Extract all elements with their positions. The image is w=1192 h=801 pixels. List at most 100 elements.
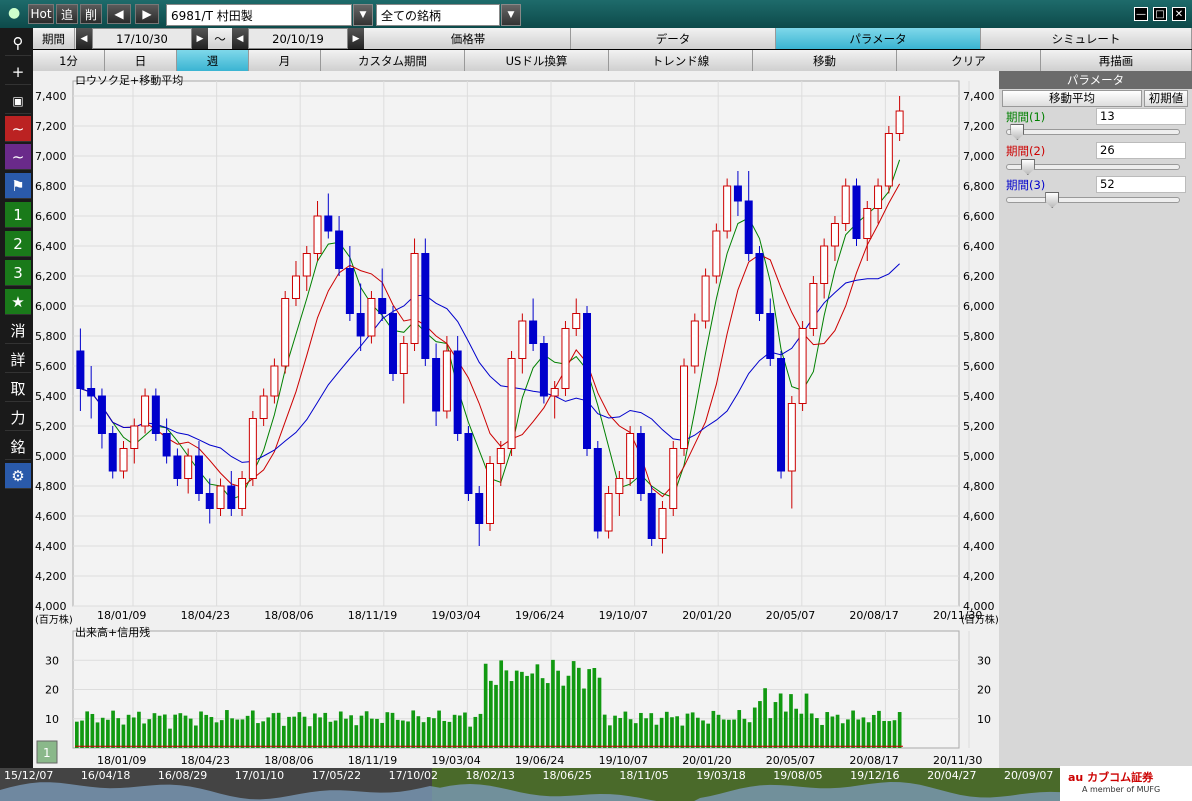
- camera-icon[interactable]: ▣: [5, 88, 31, 114]
- end-prev-icon[interactable]: ◀: [232, 28, 248, 49]
- toolbar-power[interactable]: 力: [5, 405, 31, 431]
- clear-button[interactable]: クリア: [897, 50, 1041, 71]
- start-date-field[interactable]: 17/10/30: [92, 28, 192, 49]
- ma-tab[interactable]: 移動平均: [1002, 90, 1142, 107]
- y-tick-right: 6,000: [963, 300, 995, 313]
- end-next-icon[interactable]: ▶: [348, 28, 364, 49]
- param3-label: 期間(3): [1006, 178, 1046, 192]
- custom-period-button[interactable]: カスタム期間: [321, 50, 465, 71]
- interval-day[interactable]: 日: [105, 50, 177, 71]
- reset-button[interactable]: 初期値: [1144, 90, 1188, 107]
- start-next-icon[interactable]: ▶: [192, 28, 208, 49]
- interval-1min[interactable]: 1分: [33, 50, 105, 71]
- volume-bar: [571, 661, 576, 748]
- end-date-field[interactable]: 20/10/19: [248, 28, 348, 49]
- param2-input[interactable]: 26: [1096, 142, 1186, 159]
- move-button[interactable]: 移動: [753, 50, 897, 71]
- param3-slider[interactable]: [1006, 192, 1180, 208]
- candle-body: [874, 185, 883, 209]
- crosshair-icon[interactable]: +: [5, 59, 31, 85]
- saku-button[interactable]: 削: [80, 4, 102, 24]
- trend-line-button[interactable]: トレンド線: [609, 50, 753, 71]
- volume-bar: [131, 717, 136, 748]
- x-tick-volume: 18/11/19: [348, 754, 397, 767]
- volume-bar: [302, 716, 307, 748]
- candle-body: [766, 313, 775, 359]
- x-tick-main: 20/08/17: [849, 609, 898, 622]
- volume-bar: [489, 680, 493, 748]
- start-prev-icon[interactable]: ◀: [76, 28, 92, 49]
- volume-bar: [618, 717, 623, 748]
- usd-convert-button[interactable]: USドル換算: [465, 50, 609, 71]
- volume-bar: [556, 670, 560, 748]
- line-chart-icon[interactable]: ∼: [5, 116, 31, 142]
- param2-slider[interactable]: [1006, 159, 1180, 175]
- toolbar-3[interactable]: 3: [5, 260, 31, 286]
- volume-bar: [338, 711, 343, 748]
- volume-bar: [313, 713, 317, 748]
- param3-thumb[interactable]: [1045, 192, 1060, 208]
- candle-body: [539, 343, 548, 397]
- candle-body: [583, 313, 592, 449]
- star-icon[interactable]: ★: [5, 289, 31, 315]
- x-tick-main: 19/06/24: [515, 609, 564, 622]
- volume-bar: [525, 675, 529, 748]
- timeline-label: 17/10/02: [389, 769, 438, 782]
- volume-bar: [587, 669, 591, 748]
- toolbar-erase[interactable]: 消: [5, 318, 31, 344]
- param1-slider[interactable]: [1006, 124, 1180, 140]
- y-tick-left: 4,600: [35, 510, 67, 523]
- minimize-icon[interactable]: —: [1134, 7, 1148, 21]
- y-tick-left: 4,400: [35, 540, 67, 553]
- search-icon[interactable]: ⚲: [5, 30, 31, 56]
- symbol-dropdown-icon[interactable]: ▼: [353, 4, 373, 26]
- tab-simulate[interactable]: シミュレート: [981, 28, 1192, 49]
- x-tick-volume: 20/08/17: [849, 754, 898, 767]
- tab-parameter[interactable]: パラメータ: [776, 28, 981, 49]
- maximize-icon[interactable]: □: [1153, 7, 1167, 21]
- param2-thumb[interactable]: [1020, 159, 1035, 175]
- toolbar-brand[interactable]: 銘: [5, 434, 31, 460]
- interval-month[interactable]: 月: [249, 50, 321, 71]
- line-chart-icon[interactable]: ∼: [5, 144, 31, 170]
- toolbar-detail[interactable]: 詳: [5, 347, 31, 373]
- toolbar-trade[interactable]: 取: [5, 376, 31, 402]
- volume-bar: [696, 717, 700, 748]
- list-select[interactable]: 全ての銘柄: [376, 4, 500, 26]
- volume-bar: [649, 713, 654, 748]
- list-dropdown-icon[interactable]: ▼: [501, 4, 521, 26]
- next-symbol-button[interactable]: ▶: [135, 4, 159, 24]
- volume-bar: [789, 694, 793, 748]
- volume-bar: [292, 716, 297, 748]
- param3-input[interactable]: 52: [1096, 176, 1186, 193]
- timeline-navigator[interactable]: 15/12/07 16/04/18 16/08/29 17/01/10 17/05/22…: [0, 768, 1060, 801]
- param1-input[interactable]: 13: [1096, 108, 1186, 125]
- tab-data[interactable]: データ: [571, 28, 776, 49]
- volume-bar: [794, 708, 798, 748]
- volume-bar: [783, 711, 788, 748]
- bulb-icon[interactable]: ●: [8, 5, 22, 23]
- volume-bar: [162, 714, 167, 748]
- tab-price-band[interactable]: 価格帯: [366, 28, 571, 49]
- toolbar-2[interactable]: 2: [5, 231, 31, 257]
- param1-thumb[interactable]: [1010, 124, 1025, 140]
- redraw-button[interactable]: 再描画: [1041, 50, 1192, 71]
- flag-icon[interactable]: ⚑: [5, 173, 31, 199]
- volume-bar: [426, 717, 431, 748]
- volume-bar: [447, 721, 452, 748]
- toolbar-1[interactable]: 1: [5, 202, 31, 228]
- y-tick-right: 4,800: [963, 480, 995, 493]
- hot-button[interactable]: Hot: [28, 4, 54, 24]
- close-icon[interactable]: ✕: [1172, 7, 1186, 21]
- chart-area[interactable]: 7,400 7,400 7,200 7,200 7,000 7,000 6,800 6,800…: [33, 71, 999, 768]
- prev-symbol-button[interactable]: ◀: [107, 4, 131, 24]
- x-tick-main: 18/04/23: [181, 609, 230, 622]
- gear-icon[interactable]: ⚙: [5, 463, 31, 489]
- tsui-button[interactable]: 追: [56, 4, 78, 24]
- y-tick-left: 5,200: [35, 420, 67, 433]
- timeline-label: 16/08/29: [158, 769, 207, 782]
- symbol-input[interactable]: 6981/T 村田製: [166, 4, 352, 26]
- volume-bar: [711, 710, 716, 748]
- volume-y-tick-left: 20: [45, 684, 59, 697]
- interval-week[interactable]: 週: [177, 50, 249, 71]
